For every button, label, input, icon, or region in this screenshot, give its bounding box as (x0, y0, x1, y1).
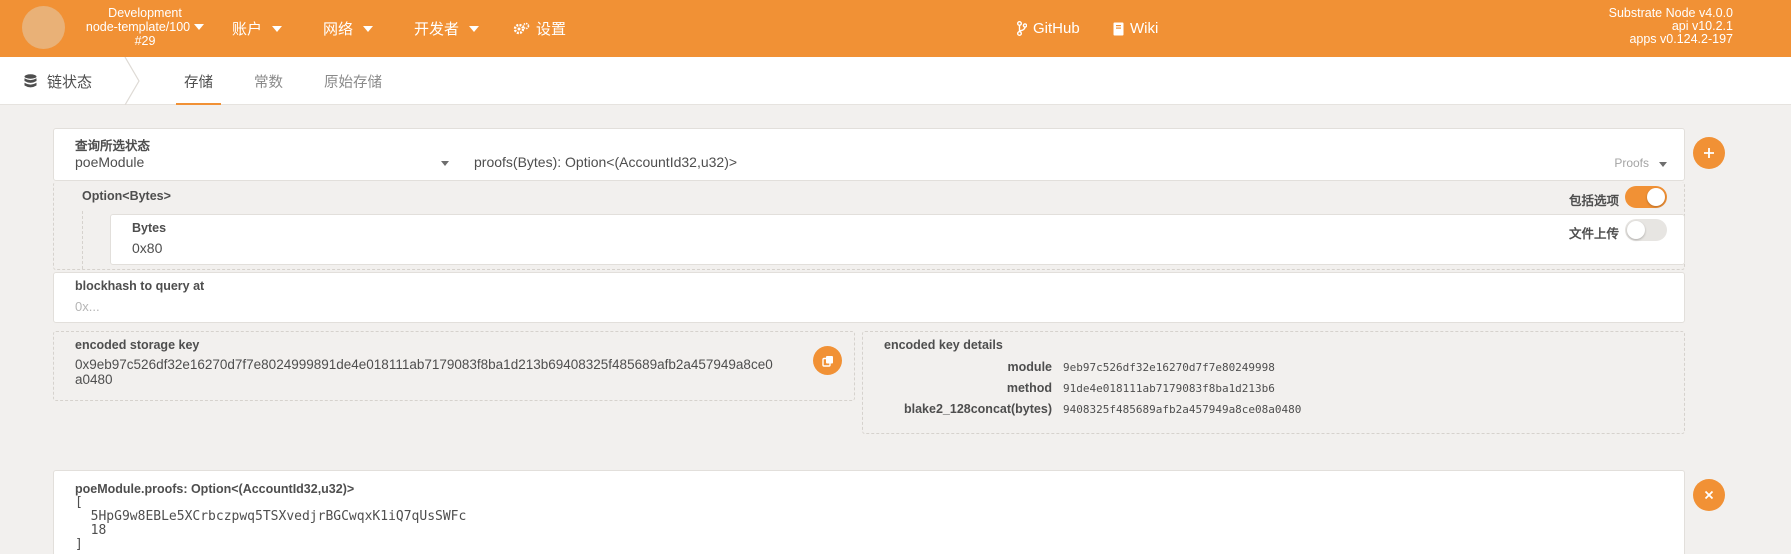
key-detail-value: 9408325f485689afb2a457949a8ce08a0480 (1063, 403, 1302, 416)
chevron-down-icon (272, 25, 283, 32)
section-chain-state: 链状态 (24, 57, 92, 105)
chain-logo[interactable] (22, 6, 65, 49)
menu-settings[interactable]: 设置 (513, 0, 566, 57)
node-name: node-template/100 (85, 20, 191, 34)
tab-label: 原始存储 (324, 74, 382, 91)
key-detail-row: method 91de4e018111ab7179083f8ba1d213b6 (863, 379, 1684, 399)
tab-raw-storage[interactable]: 原始存储 (324, 57, 382, 105)
section-label: 链状态 (47, 73, 93, 91)
branch-icon (1017, 21, 1027, 36)
encoded-key-value[interactable]: 0x9eb97c526df32e16270d7f7e8024999891de4e… (75, 357, 815, 387)
method-dropdown[interactable]: proofs(Bytes): Option<(AccountId32,u32)>… (474, 151, 1679, 177)
sub-navbar: 链状态 存储 常数 原始存储 (0, 57, 1791, 105)
method-value: proofs(Bytes): Option<(AccountId32,u32)> (474, 154, 738, 170)
file-upload-toggle[interactable] (1625, 219, 1667, 241)
wiki-link[interactable]: Wiki (1113, 0, 1158, 57)
chevron-down-icon (363, 25, 374, 32)
tab-storage[interactable]: 存储 (176, 57, 221, 105)
tab-label: 存储 (184, 74, 213, 91)
result-line: ] (75, 537, 83, 552)
apps-version: apps v0.124.2-197 (1629, 32, 1733, 46)
chevron-down-icon (1659, 162, 1667, 167)
github-link[interactable]: GitHub (1017, 0, 1080, 57)
close-icon (1704, 490, 1714, 500)
plus-icon (1704, 148, 1714, 158)
top-navbar: Development node-template/100 #29 账户 网络 … (0, 0, 1791, 57)
menu-label: 账户 (232, 21, 263, 38)
key-detail-key: method (1006, 381, 1052, 395)
database-icon (24, 74, 37, 88)
result-label: poeModule.proofs: Option<(AccountId32,u3… (75, 482, 355, 496)
chevron-down-icon (441, 161, 449, 166)
bytes-input[interactable]: Bytes 0x80 (110, 214, 1685, 265)
key-detail-key: blake2_128concat(bytes) (904, 402, 1052, 416)
menu-developer[interactable]: 开发者 (414, 0, 480, 57)
tab-constants[interactable]: 常数 (254, 57, 283, 105)
key-detail-value: 9eb97c526df32e16270d7f7e80249998 (1063, 361, 1275, 374)
remove-result-button[interactable] (1693, 479, 1725, 511)
query-selector: 查询所选状态 poeModule proofs(Bytes): Option<(… (53, 128, 1685, 181)
menu-network[interactable]: 网络 (323, 0, 374, 57)
gear-icon (513, 22, 530, 34)
chevron-down-icon (469, 25, 480, 32)
encoded-key-line: 0x9eb97c526df32e16270d7f7e8024999891de4e… (75, 357, 773, 372)
query-result: poeModule.proofs: Option<(AccountId32,u3… (53, 470, 1685, 554)
tab-label: 常数 (254, 74, 283, 91)
menu-label: 设置 (536, 21, 567, 38)
key-detail-row: module 9eb97c526df32e16270d7f7e80249998 (863, 358, 1684, 378)
param-indent-line (82, 211, 83, 269)
encoded-storage-key: encoded storage key 0x9eb97c526df32e1627… (53, 331, 855, 401)
result-value: [ 5HpG9w8EBLe5XCrbczpwq5TSXvedjrBGCwqxK1… (75, 496, 466, 552)
module-value: poeModule (75, 154, 145, 170)
include-option-toggle[interactable] (1625, 186, 1667, 208)
key-detail-row: blake2_128concat(bytes) 9408325f485689af… (863, 400, 1684, 420)
bytes-label: Bytes (132, 221, 167, 235)
method-hint: Proofs (1614, 156, 1649, 170)
encoded-key-label: encoded storage key (75, 338, 200, 352)
file-upload-label: 文件上传 (1569, 227, 1620, 241)
version-info: Substrate Node v4.0.0 api v10.2.1 apps v… (1609, 7, 1733, 46)
menu-label: 开发者 (414, 21, 460, 38)
result-line: 18 (75, 523, 107, 538)
result-line: 5HpG9w8EBLe5XCrbczpwq5TSXvedjrBGCwqxK1iQ… (75, 509, 467, 524)
blockhash-label: blockhash to query at (75, 279, 205, 293)
key-details-label: encoded key details (884, 338, 1003, 352)
toggle-knob (1627, 221, 1645, 239)
link-label: Wiki (1130, 20, 1159, 37)
bytes-value: 0x80 (132, 240, 163, 256)
encoded-key-line: a0480 (75, 372, 113, 387)
chain-name: Development (108, 6, 182, 20)
key-detail-value: 91de4e018111ab7179083f8ba1d213b6 (1063, 382, 1275, 395)
menu-label: 网络 (323, 21, 354, 38)
module-dropdown[interactable]: poeModule (54, 151, 454, 177)
breadcrumb-separator (124, 57, 140, 105)
link-label: GitHub (1033, 20, 1080, 37)
include-option-label: 包括选项 (1569, 194, 1620, 208)
chevron-down-icon (194, 24, 205, 30)
blockhash-input[interactable]: blockhash to query at 0x... (53, 272, 1685, 323)
block-number: #29 (134, 34, 156, 48)
encoded-key-details: encoded key details module 9eb97c526df32… (862, 331, 1685, 434)
key-detail-key: module (1007, 360, 1052, 374)
toggle-knob (1647, 188, 1665, 206)
copy-icon (821, 355, 833, 367)
copy-button[interactable] (813, 346, 842, 375)
add-query-button[interactable] (1693, 137, 1725, 169)
result-line: [ (75, 495, 83, 510)
menu-accounts[interactable]: 账户 (232, 0, 283, 57)
chain-selector[interactable]: Development node-template/100 #29 (70, 6, 220, 48)
book-icon (1113, 22, 1124, 35)
param-type-label: Option<Bytes> (82, 189, 171, 203)
blockhash-placeholder: 0x... (75, 299, 100, 314)
